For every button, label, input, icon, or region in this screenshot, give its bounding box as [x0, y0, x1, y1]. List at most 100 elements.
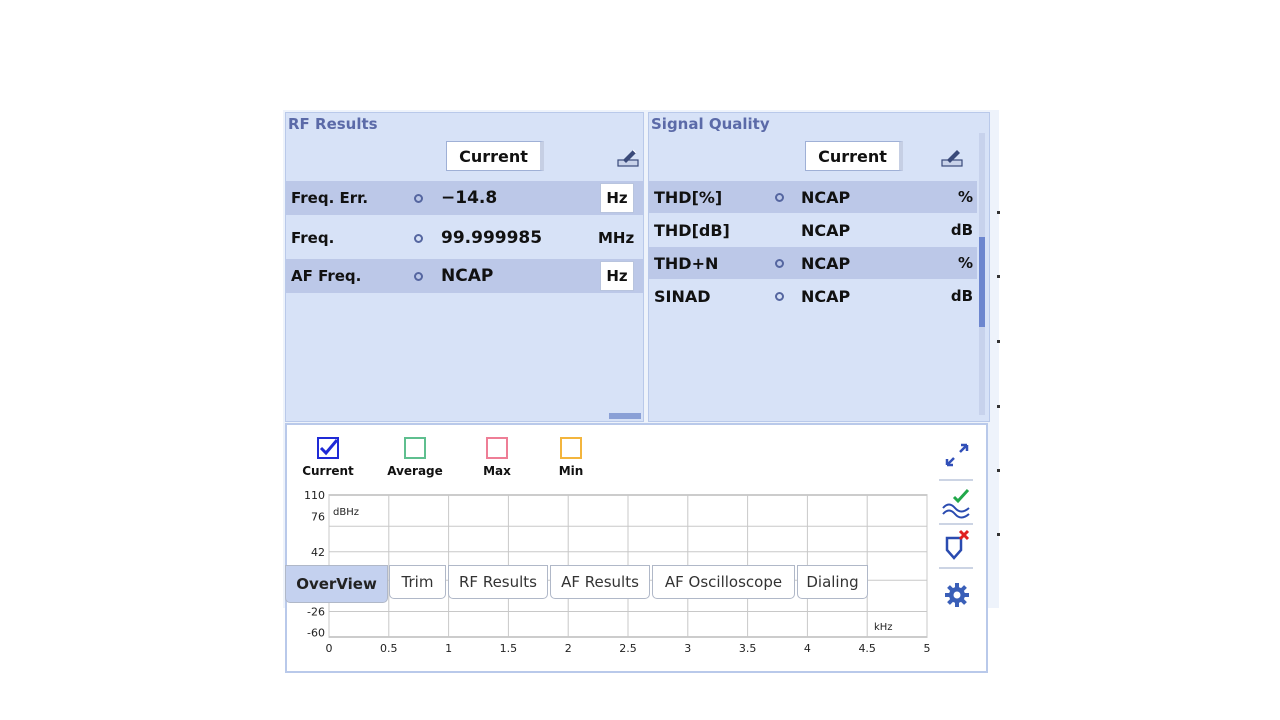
checkbox-icon[interactable] — [560, 437, 582, 459]
legend-label: Max — [483, 464, 511, 478]
spectrum-chart-panel: Current Average Max Min 11076428-26-60 0… — [285, 423, 988, 673]
y-tick-label: 42 — [311, 546, 325, 559]
y-tick-label: 76 — [311, 510, 325, 523]
status-indicator — [414, 193, 423, 203]
x-tick-label: 3.5 — [739, 642, 757, 655]
sq-row-thd-n[interactable]: THD+N NCAP % — [649, 247, 977, 279]
trace-check-icon — [942, 488, 970, 519]
edge-marker — [997, 405, 1000, 408]
divider — [939, 479, 973, 481]
tab-dialing[interactable]: Dialing — [797, 565, 868, 599]
y-unit-label: dBHz — [333, 507, 359, 518]
row-value: 99.999985 — [441, 228, 543, 248]
x-tick-label: 4.5 — [858, 642, 876, 655]
edit-icon[interactable] — [617, 147, 639, 167]
edit-icon[interactable] — [941, 147, 963, 167]
x-tick-label: 1 — [445, 642, 452, 655]
legend-label: Min — [558, 464, 584, 478]
expand-button[interactable] — [937, 437, 977, 473]
checkbox-icon[interactable] — [486, 437, 508, 459]
row-value: NCAP — [801, 187, 851, 207]
status-indicator — [775, 258, 784, 268]
tab-overview[interactable]: OverView — [285, 565, 388, 603]
x-axis-ticks: 0 0.5 1 1.5 2 2.5 3 3.5 4 4.5 5 — [326, 642, 931, 655]
trace-check-button[interactable] — [937, 485, 977, 521]
edge-marker — [997, 275, 1000, 278]
status-indicator — [414, 271, 423, 281]
checkbox-checked-icon[interactable] — [317, 437, 339, 459]
rf-row-freq-err[interactable]: Freq. Err. −14.8 Hz — [286, 181, 643, 215]
app-window: RF Results Current Freq. Err. −14.8 Hz F… — [283, 110, 999, 673]
row-value: NCAP — [801, 220, 851, 240]
row-label: THD+N — [654, 253, 719, 273]
status-indicator — [775, 291, 784, 301]
row-value: NCAP — [801, 286, 851, 306]
divider — [939, 523, 973, 525]
divider — [939, 567, 973, 569]
edge-marker — [997, 211, 1000, 214]
signal-quality-panel: Signal Quality Current THD[%] NCAP % THD… — [648, 112, 990, 422]
x-tick-label: 5 — [924, 642, 931, 655]
sq-row-thd-percent[interactable]: THD[%] NCAP % — [649, 181, 977, 213]
legend-average[interactable]: Average — [383, 437, 447, 478]
legend-label: Current — [302, 464, 354, 478]
sq-row-thd-db[interactable]: THD[dB] NCAP dB — [649, 214, 977, 246]
legend-current[interactable]: Current — [299, 437, 357, 478]
tab-rf-results[interactable]: RF Results — [448, 565, 548, 599]
legend-min[interactable]: Min — [551, 437, 591, 478]
row-label: Freq. — [291, 229, 335, 247]
x-tick-label: 0 — [326, 642, 333, 655]
legend-max[interactable]: Max — [477, 437, 517, 478]
row-unit: dB — [950, 221, 973, 239]
marker-delete-icon — [945, 529, 970, 560]
expand-icon — [945, 443, 969, 467]
row-label: SINAD — [654, 286, 711, 306]
rf-mode-button[interactable]: Current — [446, 141, 544, 171]
edge-marker — [997, 533, 1000, 536]
x-tick-label: 0.5 — [380, 642, 398, 655]
row-label: Freq. Err. — [291, 189, 369, 207]
y-tick-label: 110 — [304, 489, 325, 502]
tab-trim[interactable]: Trim — [389, 565, 446, 599]
scrollbar[interactable] — [609, 413, 641, 419]
tab-af-oscilloscope[interactable]: AF Oscilloscope — [652, 565, 795, 599]
sq-mode-button[interactable]: Current — [805, 141, 903, 171]
row-label: AF Freq. — [291, 267, 362, 285]
x-tick-label: 2.5 — [619, 642, 637, 655]
x-unit-label: kHz — [874, 622, 893, 633]
signal-quality-title: Signal Quality — [651, 115, 770, 133]
row-value: NCAP — [801, 253, 851, 273]
x-tick-label: 1.5 — [500, 642, 518, 655]
row-value: NCAP — [441, 266, 494, 286]
x-tick-label: 4 — [804, 642, 811, 655]
scrollbar-thumb[interactable] — [979, 237, 985, 327]
x-tick-label: 2 — [565, 642, 572, 655]
row-label: THD[%] — [654, 187, 723, 207]
unit-box[interactable]: Hz — [600, 183, 634, 213]
rf-row-af-freq[interactable]: AF Freq. NCAP Hz — [286, 259, 643, 293]
row-value: −14.8 — [441, 188, 498, 208]
status-indicator — [414, 233, 423, 243]
legend-label: Average — [387, 464, 443, 478]
x-tick-label: 3 — [684, 642, 691, 655]
sq-row-sinad[interactable]: SINAD NCAP dB — [649, 280, 977, 312]
checkbox-icon[interactable] — [404, 437, 426, 459]
row-unit: MHz — [598, 229, 635, 247]
status-indicator — [775, 192, 784, 202]
rf-results-title: RF Results — [288, 115, 378, 133]
row-label: THD[dB] — [654, 220, 730, 240]
edge-marker — [997, 340, 1000, 343]
y-tick-label: -60 — [307, 627, 325, 640]
row-unit: dB — [950, 287, 973, 305]
edge-marker — [997, 469, 1000, 472]
settings-button[interactable] — [937, 577, 977, 613]
row-unit: % — [957, 254, 973, 272]
row-unit: % — [957, 188, 973, 206]
tab-af-results[interactable]: AF Results — [550, 565, 650, 599]
rf-results-panel: RF Results Current Freq. Err. −14.8 Hz F… — [285, 112, 644, 422]
settings-gear-icon — [945, 583, 969, 607]
rf-row-freq[interactable]: Freq. 99.999985 MHz — [286, 221, 643, 255]
unit-box[interactable]: Hz — [600, 261, 634, 291]
marker-delete-button[interactable] — [937, 527, 977, 563]
y-tick-label: -26 — [307, 605, 325, 618]
